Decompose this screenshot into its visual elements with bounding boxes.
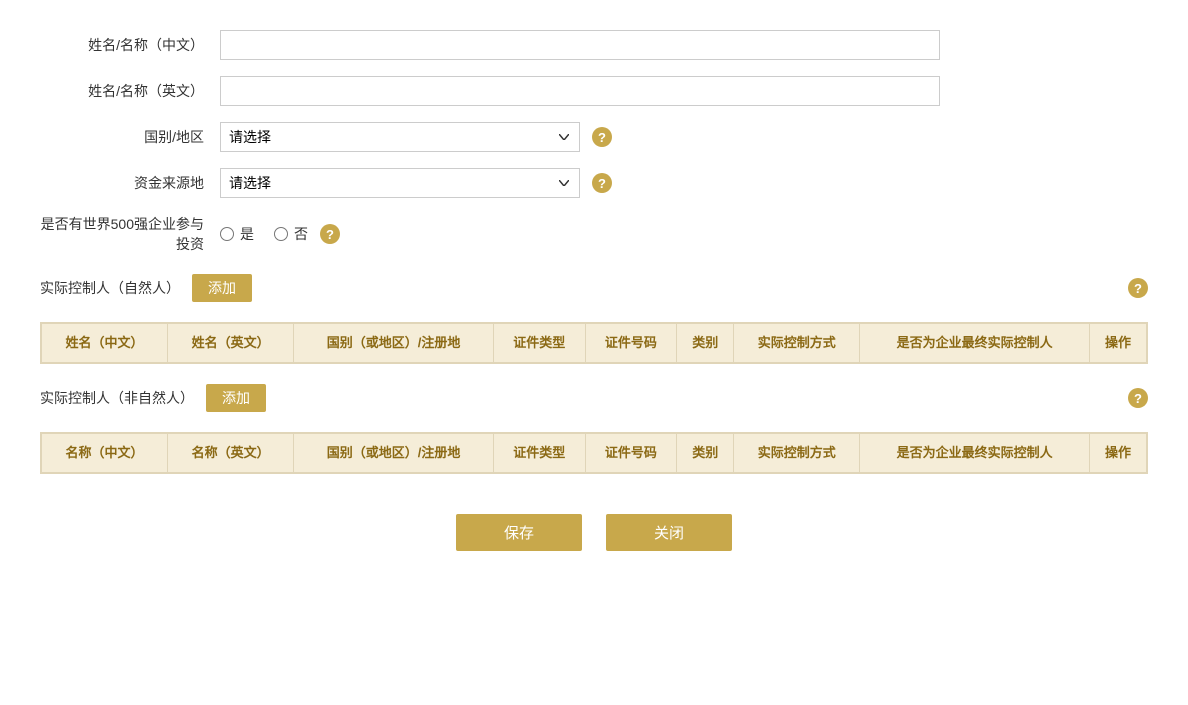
non-natural-person-col-cert-type: 证件类型 xyxy=(494,434,586,473)
fortune500-help-icon[interactable]: ? xyxy=(320,224,340,244)
natural-person-col-cert-type: 证件类型 xyxy=(494,324,586,363)
natural-person-col-country: 国别（或地区）/注册地 xyxy=(294,324,494,363)
close-button[interactable]: 关闭 xyxy=(606,514,732,551)
natural-person-help-icon[interactable]: ? xyxy=(1128,278,1148,298)
non-natural-person-col-control-method: 实际控制方式 xyxy=(734,434,860,473)
fund-source-label: 资金来源地 xyxy=(40,173,220,193)
name-en-label: 姓名/名称（英文） xyxy=(40,81,220,101)
fortune500-radio-group: 是 否 xyxy=(220,224,308,244)
natural-person-col-name-cn: 姓名（中文） xyxy=(42,324,168,363)
country-help-icon[interactable]: ? xyxy=(592,127,612,147)
natural-person-table: 姓名（中文） 姓名（英文） 国别（或地区）/注册地 证件类型 证件号码 类别 实… xyxy=(41,323,1147,363)
natural-person-table-wrapper: 姓名（中文） 姓名（英文） 国别（或地区）/注册地 证件类型 证件号码 类别 实… xyxy=(40,322,1148,364)
non-natural-person-col-is-final-controller: 是否为企业最终实际控制人 xyxy=(860,434,1090,473)
non-natural-person-table-header-row: 名称（中文） 名称（英文） 国别（或地区）/注册地 证件类型 证件号码 类别 实… xyxy=(42,434,1147,473)
non-natural-person-col-name-en: 名称（英文） xyxy=(168,434,294,473)
fortune500-yes-label: 是 xyxy=(240,224,254,244)
non-natural-person-table-wrapper: 名称（中文） 名称（英文） 国别（或地区）/注册地 证件类型 证件号码 类别 实… xyxy=(40,432,1148,474)
country-select[interactable]: 请选择 xyxy=(220,122,580,152)
natural-person-col-is-final-controller: 是否为企业最终实际控制人 xyxy=(860,324,1090,363)
natural-person-table-header-row: 姓名（中文） 姓名（英文） 国别（或地区）/注册地 证件类型 证件号码 类别 实… xyxy=(42,324,1147,363)
non-natural-person-table: 名称（中文） 名称（英文） 国别（或地区）/注册地 证件类型 证件号码 类别 实… xyxy=(41,433,1147,473)
natural-person-col-category: 类别 xyxy=(677,324,734,363)
fund-source-select[interactable]: 请选择 xyxy=(220,168,580,198)
non-natural-person-section-title: 实际控制人（非自然人） xyxy=(40,388,194,408)
natural-person-col-control-method: 实际控制方式 xyxy=(734,324,860,363)
name-cn-label: 姓名/名称（中文） xyxy=(40,35,220,55)
natural-person-col-cert-no: 证件号码 xyxy=(585,324,677,363)
name-en-input[interactable] xyxy=(220,76,940,106)
fortune500-no-radio[interactable] xyxy=(274,227,288,241)
natural-person-add-button[interactable]: 添加 xyxy=(192,274,252,302)
non-natural-person-col-name-cn: 名称（中文） xyxy=(42,434,168,473)
non-natural-person-col-country: 国别（或地区）/注册地 xyxy=(294,434,494,473)
country-label: 国别/地区 xyxy=(40,127,220,147)
fortune500-no-label: 否 xyxy=(294,224,308,244)
natural-person-col-operation: 操作 xyxy=(1089,324,1146,363)
non-natural-person-help-icon[interactable]: ? xyxy=(1128,388,1148,408)
fortune500-label: 是否有世界500强企业参与投资 xyxy=(40,214,220,254)
non-natural-person-col-cert-no: 证件号码 xyxy=(585,434,677,473)
footer-buttons: 保存 关闭 xyxy=(40,514,1148,571)
natural-person-col-name-en: 姓名（英文） xyxy=(168,324,294,363)
non-natural-person-col-category: 类别 xyxy=(677,434,734,473)
save-button[interactable]: 保存 xyxy=(456,514,582,551)
name-cn-input[interactable] xyxy=(220,30,940,60)
fund-source-help-icon[interactable]: ? xyxy=(592,173,612,193)
fortune500-yes-radio[interactable] xyxy=(220,227,234,241)
fortune500-no-option[interactable]: 否 xyxy=(274,224,308,244)
non-natural-person-col-operation: 操作 xyxy=(1089,434,1146,473)
natural-person-section-title: 实际控制人（自然人） xyxy=(40,278,180,298)
fortune500-yes-option[interactable]: 是 xyxy=(220,224,254,244)
non-natural-person-add-button[interactable]: 添加 xyxy=(206,384,266,412)
